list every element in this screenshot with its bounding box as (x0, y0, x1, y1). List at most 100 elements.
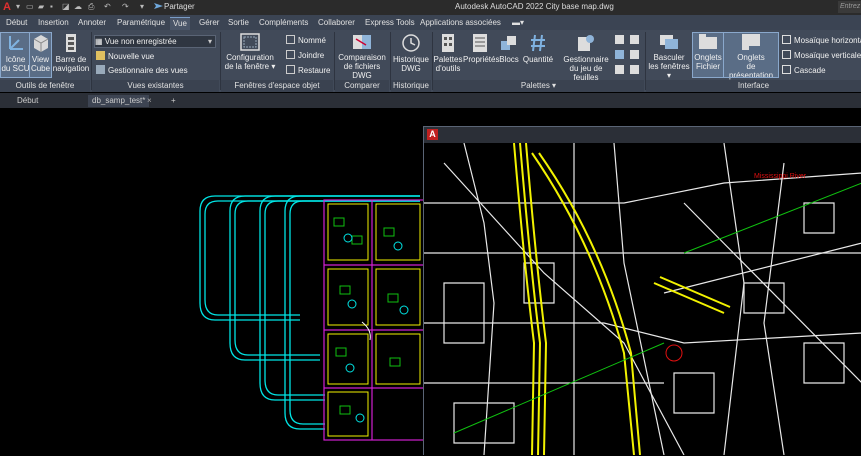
file-tabs-label-1: Onglets (694, 53, 722, 62)
ucs-label-2: du SCU (1, 64, 30, 73)
autocad-app-icon[interactable]: A (3, 1, 16, 14)
quantity-button[interactable]: Quantité (521, 33, 555, 77)
panel-title-comparer: Comparer (344, 81, 380, 90)
file-tabs-toggle[interactable]: Onglets Fichier (692, 32, 724, 78)
print-icon[interactable]: ⎙ (88, 2, 94, 12)
panel-title-interface: Interface (737, 81, 770, 90)
tab-debut[interactable]: Début (6, 17, 27, 30)
layout-tabs-toggle[interactable]: Onglets de présentation (723, 32, 779, 80)
tab-collaborer[interactable]: Collaborer (318, 17, 355, 30)
sheet-set-label-1: Gestionnaire (563, 55, 609, 64)
doc-tab-debut[interactable]: Début (17, 95, 38, 107)
viewport-config-label-1: Configuration (226, 53, 274, 62)
tab-applications-associees[interactable]: Applications associées (420, 17, 501, 30)
ucs-icon-button[interactable]: Icône du SCU (0, 32, 31, 78)
save-as-icon[interactable]: ◪ (62, 2, 70, 11)
map-label-river: Mississippi River (754, 173, 807, 180)
close-tab-icon[interactable]: × (147, 95, 152, 107)
cascade-button[interactable]: Cascade (782, 65, 826, 76)
palette-list-icon (615, 50, 624, 59)
palette-grid-icon (615, 65, 624, 74)
ucs-icon (8, 36, 23, 50)
tile-vertical-icon (782, 50, 791, 59)
switch-windows-button[interactable]: Basculer les fenêtres ▾ (648, 33, 690, 80)
share-arrow-icon (154, 2, 163, 13)
panel-label-vues-existantes[interactable]: Vues existantes (92, 80, 219, 92)
app-menu-chevron-icon[interactable]: ▾ (16, 2, 20, 11)
tab-annoter[interactable]: Annoter (78, 17, 106, 30)
palette-table-icon (630, 65, 639, 74)
quick-access-chevron-icon[interactable]: ▾ (140, 2, 144, 11)
layout-tabs-label-1: Onglets (737, 53, 765, 62)
palette-small-button-6[interactable] (630, 65, 642, 76)
named-viewports-label: Nommé (298, 36, 327, 45)
dwg-compare-button[interactable]: Comparaison de fichiers DWG (335, 33, 389, 80)
properties-icon (473, 34, 487, 52)
undo-icon[interactable]: ↶ (104, 2, 111, 11)
panel-title-outils-fenetre: Outils de fenêtre (15, 81, 75, 90)
tile-horizontal-button[interactable]: Mosaïque horizontale (782, 35, 861, 46)
properties-button[interactable]: Propriétés (463, 33, 499, 77)
restore-viewports-icon (286, 65, 295, 74)
history-clock-icon (402, 34, 420, 52)
share-button[interactable]: Partager (164, 2, 195, 11)
search-input[interactable]: Entrez (838, 1, 861, 13)
tile-vertical-button[interactable]: Mosaïque verticale (782, 50, 861, 61)
save-icon[interactable]: ▪ (50, 2, 53, 11)
dwg-history-button[interactable]: Historique DWG (391, 33, 431, 77)
palette-doc-icon (630, 50, 639, 59)
join-viewports-label: Joindre (298, 51, 325, 60)
tab-complements[interactable]: Compléments (259, 17, 308, 30)
ucs-label-1: Icône (5, 55, 26, 64)
panel-label-palettes[interactable]: Palettes ▾ (433, 80, 644, 92)
new-view-button[interactable]: Nouvelle vue (96, 51, 154, 62)
file-tabs-label-2: Fichier (695, 62, 720, 71)
floating-drawing-window[interactable]: A Mississippi River (423, 126, 861, 455)
tab-express-tools[interactable]: Express Tools (365, 17, 415, 30)
tab-vue[interactable]: Vue (170, 17, 190, 31)
redo-icon[interactable]: ↷ (122, 2, 129, 11)
panel-title-palettes: Palettes (520, 81, 550, 90)
panel-label-historique[interactable]: Historique (391, 80, 431, 92)
panel-label-comparer[interactable]: Comparer (335, 80, 389, 92)
palette-small-button-1[interactable] (615, 35, 627, 46)
view-manager-button[interactable]: Gestionnaire des vues (96, 65, 188, 76)
palette-small-button-2[interactable] (615, 50, 627, 61)
panel-label-interface[interactable]: Interface (646, 80, 861, 92)
palette-small-button-4[interactable] (630, 35, 642, 46)
cascade-icon (782, 65, 791, 74)
blocks-button[interactable]: Blocs (498, 33, 520, 77)
navigation-bar-icon (66, 34, 76, 52)
tab-gerer[interactable]: Gérer (199, 17, 219, 30)
doc-tab-db-samp-test[interactable]: db_samp_test* (88, 95, 150, 107)
window-title: Autodesk AutoCAD 2022 City base map.dwg (455, 2, 614, 11)
panel-title-historique: Historique (392, 81, 429, 90)
new-tab-plus-icon[interactable]: + (171, 95, 176, 107)
sheet-set-manager-button[interactable]: Gestionnaire du jeu de feuilles (557, 33, 615, 82)
tab-insertion[interactable]: Insertion (38, 17, 69, 30)
open-file-icon[interactable]: ▰ (38, 2, 44, 11)
palette-small-button-3[interactable] (615, 65, 627, 76)
cloud-icon[interactable]: ☁ (74, 2, 82, 11)
ribbon-tab-bar: Début Insertion Annoter Paramétrique Vue… (0, 15, 861, 31)
named-view-value: Vue non enregistrée (104, 37, 177, 46)
named-viewports-button[interactable]: Nommé (286, 35, 326, 46)
switch-windows-icon (660, 35, 678, 49)
tool-palettes-button[interactable]: Palettes d'outils (433, 33, 463, 77)
city-map-drawing: Mississippi River (424, 143, 861, 455)
viewcube-button[interactable]: View Cube (29, 32, 52, 78)
named-view-dropdown[interactable]: ▦ Vue non enregistrée ▾ (94, 35, 216, 48)
palette-small-button-5[interactable] (630, 50, 642, 61)
panel-title-vues-existantes: Vues existantes (127, 81, 184, 90)
floating-window-header[interactable]: A (424, 127, 861, 143)
panel-label-outils-fenetre[interactable]: Outils de fenêtre (0, 80, 90, 92)
tab-parametrique[interactable]: Paramétrique (117, 17, 165, 30)
panel-label-fenetres-objet[interactable]: Fenêtres d'espace objet (221, 80, 333, 92)
new-file-icon[interactable]: ▭ (26, 2, 34, 11)
tab-sortie[interactable]: Sortie (228, 17, 249, 30)
navigation-bar-button[interactable]: Barre de navigation (52, 33, 90, 77)
viewport-configuration-button[interactable]: Configuration de la fenêtre ▾ (224, 33, 276, 77)
ribbon-options-icon[interactable]: ▬▾ (512, 17, 524, 30)
restore-viewports-button[interactable]: Restaure (286, 65, 330, 76)
join-viewports-button[interactable]: Joindre (286, 50, 324, 61)
